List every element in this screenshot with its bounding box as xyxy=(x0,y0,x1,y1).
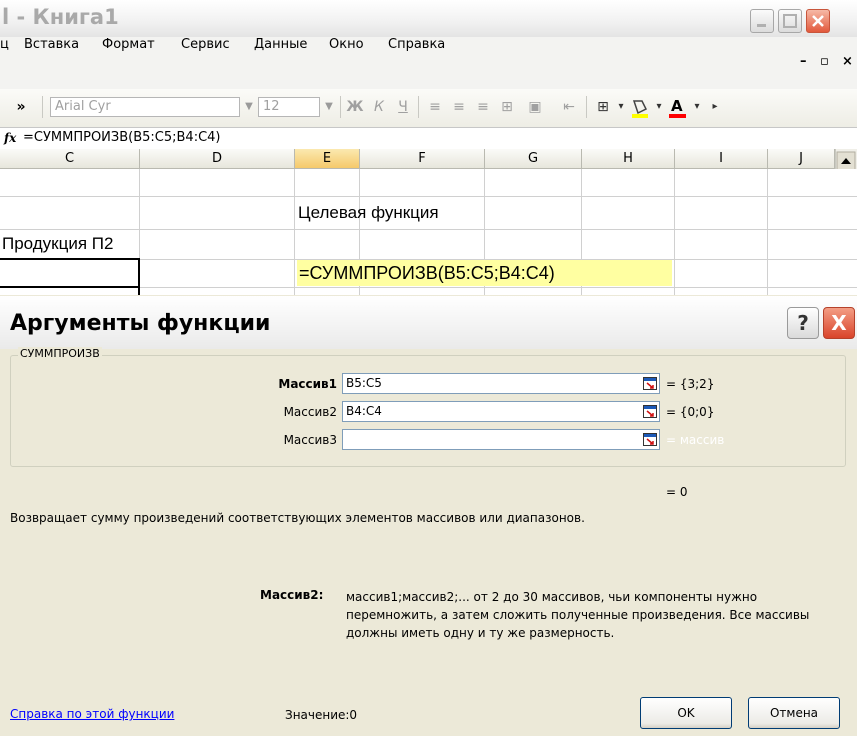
function-help-link[interactable]: Справка по этой функции xyxy=(10,707,174,721)
font-name-dropdown-icon[interactable]: ▼ xyxy=(241,97,257,117)
dialog-help-button[interactable]: ? xyxy=(787,307,819,339)
align-right-icon[interactable]: ≡ xyxy=(474,96,492,118)
collapse-dialog-icon[interactable] xyxy=(643,377,657,390)
menu-item-help[interactable]: Справка xyxy=(388,37,445,89)
mdi-restore-icon[interactable]: ▫ xyxy=(820,54,829,69)
column-header-g[interactable]: G xyxy=(485,149,582,169)
mdi-minimize-icon[interactable]: – xyxy=(800,54,807,69)
bold-button[interactable]: Ж xyxy=(346,96,364,118)
collapse-dialog-icon[interactable] xyxy=(643,405,657,418)
arg3-input[interactable] xyxy=(342,429,660,450)
arg1-result: = {3;2} xyxy=(666,377,715,391)
column-header-i[interactable]: I xyxy=(675,149,768,169)
close-icon xyxy=(812,15,824,27)
arg1-label: Массив1 xyxy=(278,377,337,391)
font-color-dropdown-icon[interactable]: ▾ xyxy=(688,96,706,118)
decrease-indent-icon[interactable]: ⇤ xyxy=(560,96,578,118)
toolbar-separator xyxy=(42,96,43,118)
column-header-c[interactable]: C xyxy=(0,149,140,169)
minimize-icon xyxy=(757,24,766,27)
argument-help-text: массив1;массив2;... от 2 до 30 массивов,… xyxy=(346,590,810,640)
align-left-icon[interactable]: ≡ xyxy=(426,96,444,118)
font-size-dropdown-icon[interactable]: ▼ xyxy=(321,97,337,117)
underline-button[interactable]: Ч xyxy=(394,96,412,118)
formula-total-result: = 0 xyxy=(666,485,688,499)
collapse-dialog-icon[interactable] xyxy=(643,433,657,446)
excel-close-button[interactable] xyxy=(806,9,830,33)
merge-center-icon[interactable]: ⊞ xyxy=(498,96,516,118)
column-header-e[interactable]: E xyxy=(295,149,360,169)
dialog-title: Аргументы функции xyxy=(10,311,271,336)
cancel-button[interactable]: Отмена xyxy=(748,697,840,729)
arg1-input[interactable]: B5:C5 xyxy=(342,373,660,394)
formula-input[interactable]: =СУММПРОИЗВ(B5:C5;B4:C4) xyxy=(23,128,221,148)
font-name-combo[interactable]: Arial Cyr xyxy=(50,97,240,117)
excel-window-title: l - Книга1 xyxy=(2,5,119,29)
cell-product-label: Продукция П2 xyxy=(2,234,114,253)
currency-format-icon[interactable]: ▣ xyxy=(526,96,544,118)
arg2-label: Массив2 xyxy=(283,405,337,419)
arg3-label: Массив3 xyxy=(283,433,337,447)
cell-target-function-label: Целевая функция xyxy=(298,203,439,222)
mdi-close-icon[interactable]: × xyxy=(842,54,853,69)
borders-dropdown-icon[interactable]: ▾ xyxy=(612,96,630,118)
font-size-combo[interactable]: 12 xyxy=(258,97,320,117)
fx-icon[interactable]: fx xyxy=(4,128,16,148)
function-name-label: СУММПРОИЗВ xyxy=(18,347,102,360)
arg2-input[interactable]: B4:C4 xyxy=(342,401,660,422)
fill-color-dropdown-icon[interactable]: ▾ xyxy=(650,96,668,118)
menu-item-format[interactable]: Формат xyxy=(102,37,155,89)
arg3-result: = массив xyxy=(666,433,725,447)
formula-value-label: Значение:0 xyxy=(285,708,358,722)
toolbar-separator xyxy=(418,96,419,118)
italic-button[interactable]: К xyxy=(370,96,388,118)
borders-icon[interactable]: ⊞ xyxy=(594,96,612,118)
spreadsheet-grid[interactable]: Целевая функция Продукция П2 =СУММПРОИЗВ… xyxy=(0,169,857,295)
menu-item-data[interactable]: Данные xyxy=(254,37,307,89)
toolbar-separator xyxy=(340,96,341,118)
align-center-icon[interactable]: ≡ xyxy=(450,96,468,118)
menu-item-tools[interactable]: Сервис xyxy=(181,37,230,89)
arg2-result: = {0;0} xyxy=(666,405,715,419)
cell-formula-e[interactable]: =СУММПРОИЗВ(B5:C5;B4:C4) xyxy=(297,260,672,286)
function-description: Возвращает сумму произведений соответств… xyxy=(10,511,585,525)
column-header-d[interactable]: D xyxy=(140,149,295,169)
menu-item-edit-partial[interactable]: ц xyxy=(0,37,9,89)
menu-item-window[interactable]: Окно xyxy=(329,37,364,89)
column-header-h[interactable]: H xyxy=(582,149,675,169)
maximize-icon xyxy=(783,14,797,28)
minimize-button[interactable] xyxy=(750,9,774,33)
ok-button[interactable]: OK xyxy=(640,697,732,729)
argument-help-label: Массив2: xyxy=(260,588,324,602)
menu-item-insert[interactable]: Вставка xyxy=(24,37,79,89)
svg-text:A: A xyxy=(671,97,683,115)
maximize-button[interactable] xyxy=(778,9,802,33)
scroll-up-icon[interactable] xyxy=(836,151,856,171)
font-color-icon[interactable]: A xyxy=(668,96,688,124)
fill-color-icon[interactable] xyxy=(630,97,650,123)
toolbar-options-icon[interactable]: ▸ xyxy=(706,96,724,118)
toolbar-separator xyxy=(586,96,587,118)
toolbar-more-icon[interactable]: » xyxy=(12,96,30,118)
excel-title-bar xyxy=(0,0,857,37)
column-header-j[interactable]: J xyxy=(768,149,835,169)
column-header-f[interactable]: F xyxy=(360,149,485,169)
dialog-close-button[interactable]: X xyxy=(823,307,855,339)
